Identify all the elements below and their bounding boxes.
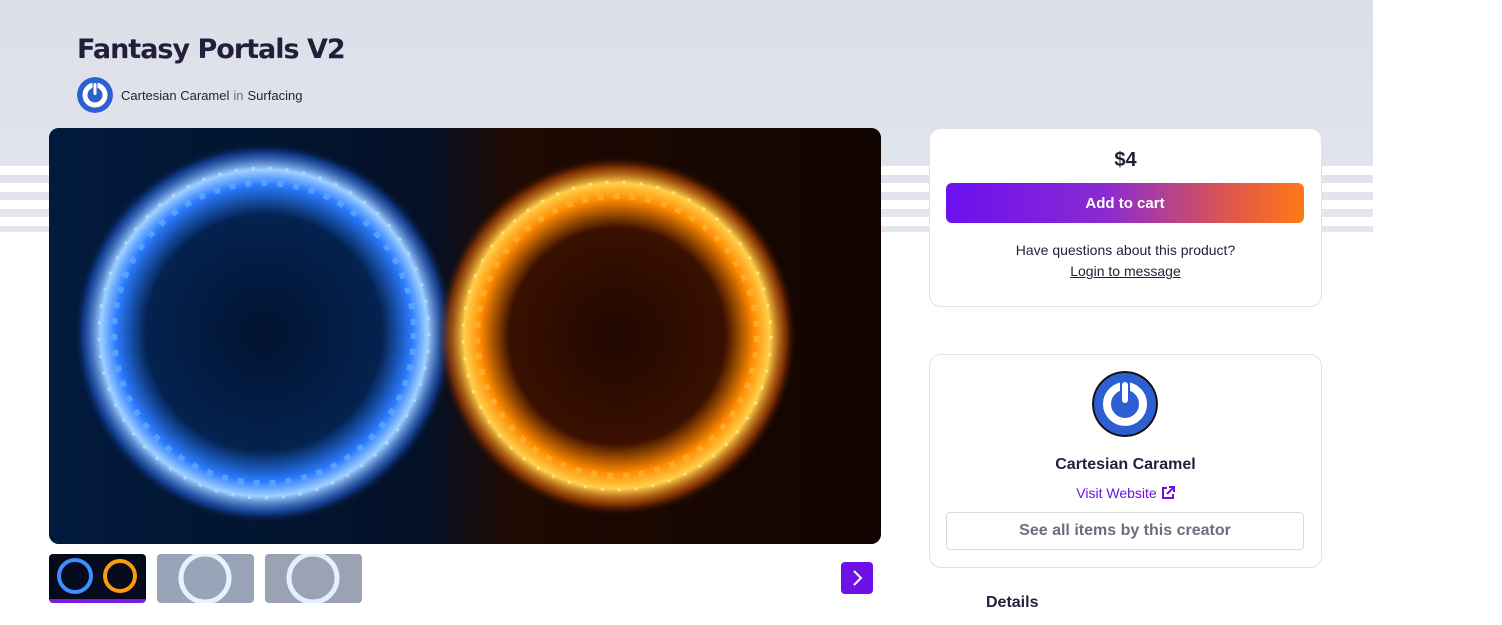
author-link[interactable]: Cartesian Caramel [121, 88, 229, 103]
price: $4 [1114, 149, 1137, 171]
login-to-message-link[interactable]: Login to message [930, 263, 1321, 279]
author-avatar[interactable] [77, 77, 113, 113]
creator-card: Cartesian Caramel Visit Website See all … [929, 354, 1322, 568]
purchase-card: $4 Add to cart Have questions about this… [929, 128, 1322, 307]
gallery-next-button[interactable] [841, 562, 873, 594]
byline: Cartesian Caramel in Surfacing [77, 77, 302, 113]
visit-website-label: Visit Website [1076, 485, 1157, 501]
page-title: Fantasy Portals V2 [77, 34, 346, 65]
add-to-cart-button[interactable]: Add to cart [946, 183, 1304, 223]
visit-website-link[interactable]: Visit Website [930, 485, 1321, 501]
gallery-thumbnail-2[interactable] [157, 554, 254, 603]
external-link-icon [1161, 486, 1175, 499]
creator-avatar[interactable] [1092, 371, 1158, 437]
main-product-image[interactable] [49, 128, 881, 544]
chevron-right-icon [853, 570, 863, 586]
see-all-items-button[interactable]: See all items by this creator [946, 512, 1304, 550]
gallery-thumbnail-1[interactable] [49, 554, 146, 603]
category-link[interactable]: Surfacing [248, 88, 303, 103]
creator-name: Cartesian Caramel [1055, 456, 1196, 473]
question-text: Have questions about this product? [1015, 242, 1236, 258]
byline-in-text: in [233, 87, 244, 103]
details-heading: Details [986, 594, 1039, 611]
gallery-thumbnail-3[interactable] [265, 554, 362, 603]
